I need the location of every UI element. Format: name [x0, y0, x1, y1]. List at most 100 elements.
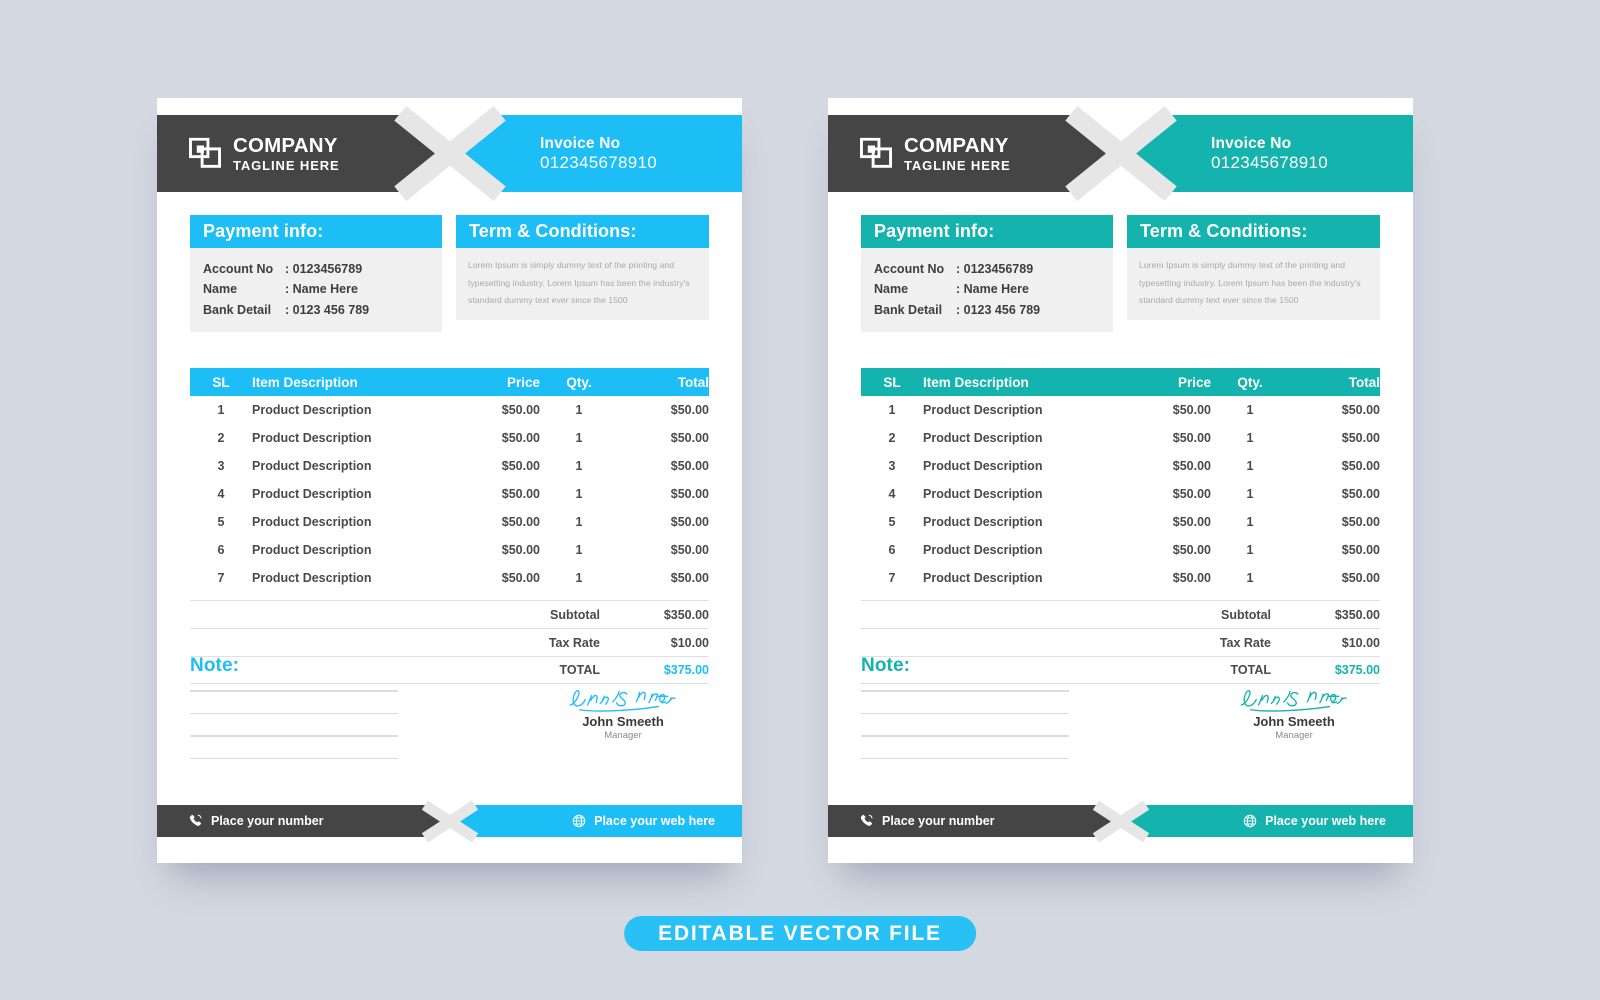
cell-qty: 1 — [575, 571, 583, 585]
column-header-sl: SL — [883, 374, 901, 390]
note-lines — [861, 690, 1069, 759]
summary-value: $10.00 — [1341, 635, 1380, 650]
payment-info-key: Bank Detail — [203, 302, 272, 317]
cell-price: $50.00 — [501, 403, 540, 417]
cell-desc: Product Description — [252, 543, 372, 557]
footer-phone-item[interactable]: Place your number — [189, 814, 324, 828]
terms-box: Term & Conditions: Lorem Ipsum is simply … — [456, 215, 709, 332]
summary-label: Tax Rate — [548, 635, 600, 650]
footer-web-item[interactable]: Place your web here — [572, 814, 715, 828]
payment-info-row: Account No: 0123456789 — [874, 259, 1100, 279]
cell-desc: Product Description — [252, 487, 372, 501]
overlapping-squares-icon — [189, 138, 221, 169]
payment-info-key: Bank Detail — [874, 302, 943, 317]
column-header-total: Total — [1348, 374, 1380, 390]
cell-price: $50.00 — [501, 431, 540, 445]
cell-sl: 6 — [888, 543, 896, 557]
cell-desc: Product Description — [923, 515, 1043, 529]
cell-total: $50.00 — [1341, 487, 1380, 501]
terms-title: Term & Conditions: — [456, 215, 709, 248]
cell-qty: 1 — [1246, 459, 1254, 473]
cell-total: $50.00 — [670, 543, 709, 557]
cell-qty: 1 — [575, 403, 583, 417]
payment-info-value: : 0123 456 789 — [956, 302, 1041, 317]
payment-info-body: Account No: 0123456789 Name: Name Here Ban… — [861, 248, 1113, 332]
cell-total: $50.00 — [1341, 543, 1380, 557]
payment-info-value: : 0123 456 789 — [285, 302, 370, 317]
footer-web-label: Place your web here — [594, 814, 715, 828]
terms-body: Lorem Ipsum is simply dummy text of the … — [456, 248, 709, 320]
cell-sl: 3 — [217, 459, 225, 473]
signature-role: Manager — [1275, 730, 1313, 741]
footer-phone-item[interactable]: Place your number — [860, 814, 995, 828]
signature-block: John Smeeth Manager — [1208, 686, 1380, 741]
payment-info-title: Payment info: — [190, 215, 442, 248]
table-row: 3 Product Description $50.00 1 $50.00 — [861, 452, 1380, 480]
summary-row: Subtotal $350.00 — [861, 600, 1380, 628]
cell-price: $50.00 — [1172, 403, 1211, 417]
brand-tagline: TAGLINE HERE — [233, 157, 340, 173]
cell-desc: Product Description — [252, 459, 372, 473]
summary-label: Subtotal — [1221, 607, 1271, 622]
column-header-desc: Item Description — [923, 374, 1029, 390]
items-table-header: SL Item Description Price Qty. Total — [190, 368, 709, 396]
note-line — [190, 690, 398, 692]
cell-sl: 7 — [888, 571, 896, 585]
table-row: 4 Product Description $50.00 1 $50.00 — [861, 480, 1380, 508]
cell-total: $50.00 — [670, 487, 709, 501]
note-line — [861, 712, 1069, 714]
cell-price: $50.00 — [501, 459, 540, 473]
cell-total: $50.00 — [1341, 571, 1380, 585]
column-header-desc: Item Description — [252, 374, 358, 390]
note-line — [190, 735, 398, 737]
column-header-total: Total — [677, 374, 709, 390]
cell-sl: 7 — [217, 571, 225, 585]
table-row: 7 Product Description $50.00 1 $50.00 — [861, 564, 1380, 592]
summary-value: $350.00 — [663, 607, 709, 622]
header-x-divider — [1065, 105, 1177, 202]
note-title: Note: — [861, 655, 911, 676]
footer-phone-label: Place your number — [882, 814, 995, 828]
cell-qty: 1 — [1246, 571, 1254, 585]
signature-script — [1240, 690, 1347, 712]
cell-total: $50.00 — [1341, 459, 1380, 473]
summary-label: TOTAL — [559, 663, 600, 677]
table-row: 3 Product Description $50.00 1 $50.00 — [190, 452, 709, 480]
cell-qty: 1 — [1246, 515, 1254, 529]
note-line — [190, 712, 398, 714]
summary-value: $375.00 — [663, 663, 709, 677]
cell-sl: 4 — [888, 487, 896, 501]
payment-info-box: Payment info: Account No: 0123456789 Name:… — [190, 215, 442, 332]
items-table: SL Item Description Price Qty. Total 1 Product… — [190, 368, 709, 592]
cell-sl: 3 — [888, 459, 896, 473]
cell-qty: 1 — [575, 459, 583, 473]
globe-icon — [1243, 814, 1257, 828]
cell-price: $50.00 — [1172, 571, 1211, 585]
cell-qty: 1 — [1246, 431, 1254, 445]
footer-web-item[interactable]: Place your web here — [1243, 814, 1386, 828]
cell-total: $50.00 — [1341, 431, 1380, 445]
table-row: 2 Product Description $50.00 1 $50.00 — [190, 424, 709, 452]
note-line — [190, 757, 398, 759]
cell-total: $50.00 — [670, 515, 709, 529]
footer-x-divider — [1092, 800, 1150, 842]
table-row: 2 Product Description $50.00 1 $50.00 — [861, 424, 1380, 452]
column-header-sl: SL — [212, 374, 230, 390]
brand-text: COMPANY TAGLINE HERE — [233, 135, 340, 172]
signature-name: John Smeeth — [1253, 714, 1335, 729]
cell-price: $50.00 — [501, 515, 540, 529]
payment-info-key: Account No — [874, 262, 945, 276]
cell-total: $50.00 — [1341, 515, 1380, 529]
invoice-card-teal: COMPANY TAGLINE HERE Invoice No 01234567891… — [828, 98, 1413, 863]
table-row: 5 Product Description $50.00 1 $50.00 — [190, 508, 709, 536]
footer-phone-label: Place your number — [211, 814, 324, 828]
summary-label: TOTAL — [1230, 663, 1271, 677]
overlapping-squares-icon — [860, 138, 892, 169]
cell-price: $50.00 — [501, 571, 540, 585]
globe-icon — [572, 814, 586, 828]
cell-total: $50.00 — [670, 571, 709, 585]
payment-info-row: Bank Detail : 0123 456 789 — [203, 300, 429, 320]
cell-qty: 1 — [575, 515, 583, 529]
cell-desc: Product Description — [252, 571, 372, 585]
payment-info-key: Name — [874, 282, 909, 297]
